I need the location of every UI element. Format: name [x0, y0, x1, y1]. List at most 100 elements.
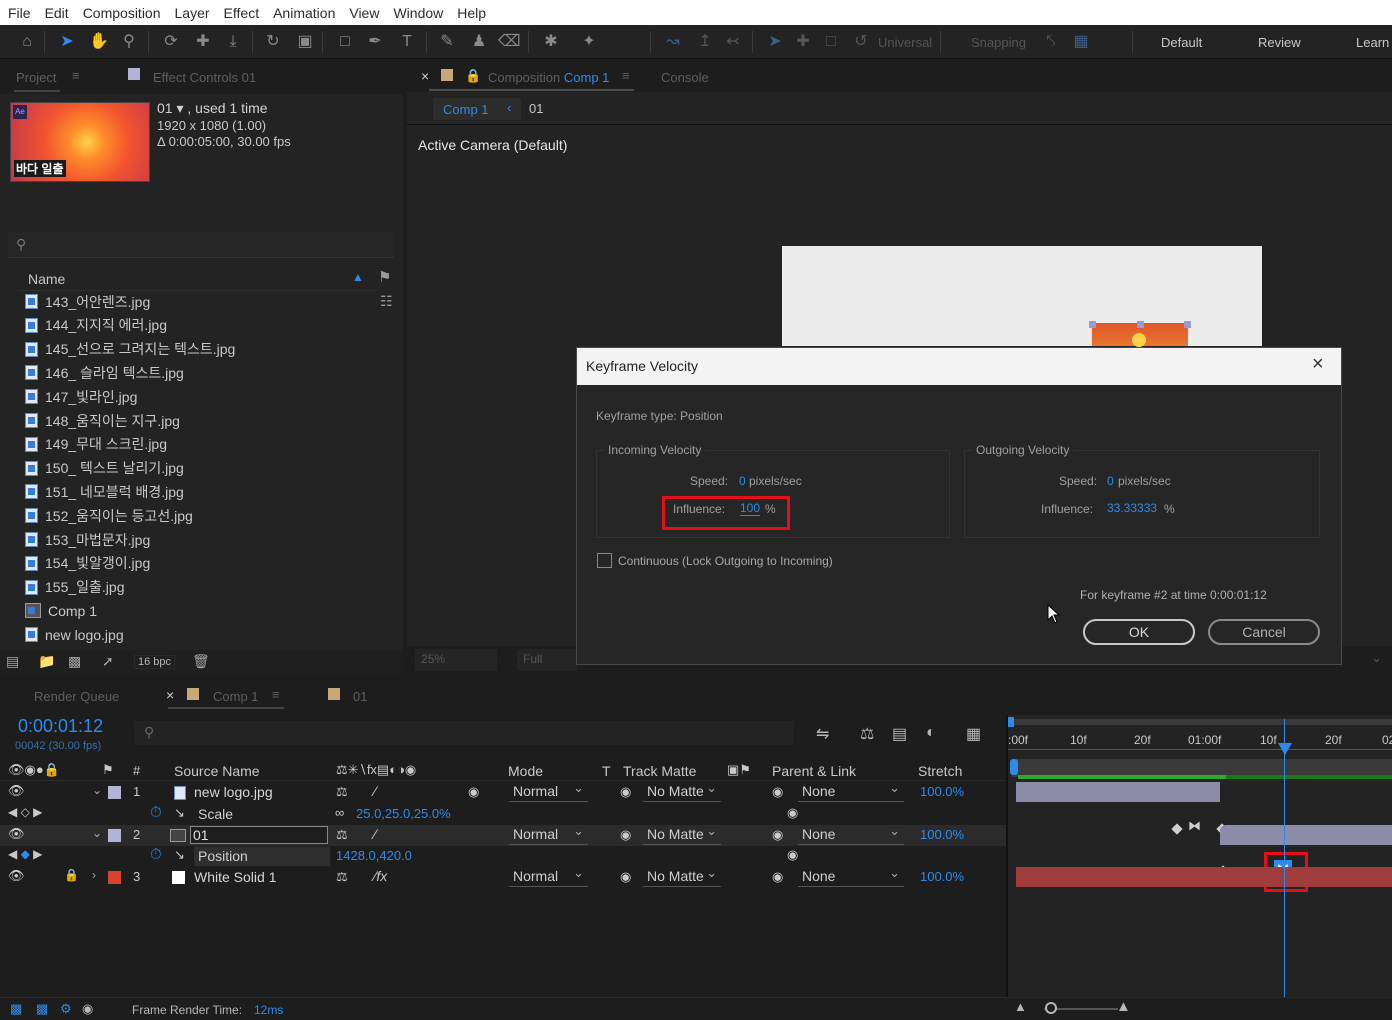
timeline-search-input[interactable]: ⚲ [134, 721, 794, 745]
timeline-track-area[interactable]: :00f 10f 20f 01:00f 10f 20f 02 ⧓ ⧓ [1008, 715, 1392, 997]
constrain-proportions-icon[interactable]: ∞ [335, 805, 344, 820]
list-item[interactable]: 143_어안렌즈.jpg [20, 290, 380, 313]
adjust-project-settings-icon[interactable]: ➚ [102, 653, 114, 670]
fx-switch-icon[interactable]: ∕fx [374, 868, 387, 884]
label-tag-icon[interactable]: ⚑ [102, 762, 114, 778]
flowchart-icon[interactable]: ☷ [380, 293, 393, 310]
zoom-slider-thumb[interactable] [1045, 1002, 1057, 1014]
rotate-tool-icon[interactable]: ↻ [262, 31, 284, 53]
parent-dropdown[interactable]: None [798, 863, 904, 887]
list-item[interactable]: 147_빛라인.jpg [20, 385, 380, 408]
parent-dropdown[interactable]: None [798, 821, 904, 845]
breadcrumb-layer[interactable]: 01 [529, 101, 543, 116]
playhead-handle[interactable] [1278, 743, 1292, 755]
keyframe-navigator-icon[interactable]: ◀ ◇ ▶ [8, 805, 42, 819]
parent-pickwhip-icon[interactable]: ◉ [772, 869, 783, 885]
type-tool-icon[interactable]: T [396, 31, 418, 53]
column-num[interactable]: # [133, 763, 140, 778]
motion-blur-icon[interactable]: ◐ [926, 724, 936, 742]
home-icon[interactable]: ⌂ [16, 31, 38, 53]
new-composition-icon[interactable]: ▩ [68, 653, 81, 670]
item-name[interactable]: 01 ▾ , used 1 time [157, 100, 268, 117]
name-column-header[interactable]: Name ▲ [18, 267, 378, 291]
close-tab-icon[interactable]: × [421, 68, 429, 84]
cancel-button[interactable]: Cancel [1208, 619, 1320, 645]
quality-switch-icon[interactable]: ∕ [374, 826, 376, 842]
interpret-footage-icon[interactable]: ▤ [6, 653, 19, 670]
track-matte-dropdown[interactable]: No Matte [643, 863, 721, 887]
render-time-toggle-icon[interactable]: ◉ [82, 1001, 93, 1017]
list-item[interactable]: 155_일출.jpg [20, 576, 380, 599]
current-timecode[interactable]: 0:00:01:12 [18, 716, 103, 737]
column-track-matte[interactable]: Track Matte [623, 763, 696, 779]
layer-lock-icon[interactable]: 🔒 [64, 868, 79, 882]
matte-pickwhip-icon[interactable]: ◉ [620, 827, 631, 843]
stopwatch-icon[interactable]: ⏱ [150, 804, 162, 821]
layer-name[interactable]: White Solid 1 [194, 869, 276, 885]
list-item[interactable]: 145_선으로 그려지는 텍스트.jpg [20, 338, 380, 361]
orbit-camera-icon[interactable]: ⟳ [160, 31, 182, 53]
scale-property-row[interactable]: ◀ ◇ ▶ ⏱ ↘ Scale ∞ 25.0,25.0,25.0% ◉ [0, 804, 1008, 825]
menu-help[interactable]: Help [457, 5, 486, 21]
stopwatch-icon[interactable]: ⏱ [150, 846, 162, 863]
list-item[interactable]: new logo.jpg [20, 623, 380, 646]
layer-bar-1[interactable] [1016, 782, 1220, 802]
matte-pickwhip-icon[interactable]: ◉ [620, 784, 631, 800]
visibility-eye-icon[interactable]: 👁 [8, 868, 25, 884]
zoom-tool-icon[interactable]: ⚲ [118, 31, 140, 53]
switches-icons[interactable]: ⚖✳∖fx▤◐◑◉ [336, 762, 416, 778]
puppet-pin-icon[interactable]: ✦ [578, 31, 600, 53]
pan-behind-tool-icon[interactable]: ▣ [294, 31, 316, 53]
close-icon[interactable]: × [1312, 353, 1324, 376]
time-ruler[interactable]: :00f 10f 20f 01:00f 10f 20f 02 [1008, 727, 1392, 757]
position-value[interactable]: 1428.0,420.0 [336, 848, 412, 863]
universal-select-icon[interactable]: ➤ [764, 31, 786, 53]
mode-dropdown[interactable]: Normal [509, 863, 588, 887]
zoom-in-icon[interactable]: ▲ [1116, 998, 1131, 1015]
zoom-out-icon[interactable]: ▲ [1014, 999, 1027, 1014]
expand-arrow-icon[interactable]: ⌄ [92, 783, 102, 797]
universal-scale-icon[interactable]: □ [820, 31, 842, 53]
dolly-camera-icon[interactable]: ⤓ [222, 31, 244, 53]
incoming-speed-value[interactable]: 0 [739, 474, 746, 488]
av-features-icon[interactable]: 👁◉●🔒 [8, 762, 60, 778]
mode-dropdown[interactable]: Normal [509, 778, 588, 802]
transform-handle[interactable] [1137, 321, 1144, 328]
breadcrumb-comp[interactable]: Comp 1 ‹ [433, 98, 521, 120]
menu-file[interactable]: File [8, 5, 31, 21]
chevron-down-icon[interactable]: ⌄ [1371, 650, 1382, 666]
ok-button[interactable]: OK [1083, 619, 1195, 645]
outgoing-speed-value[interactable]: 0 [1107, 474, 1114, 488]
project-search-input[interactable]: ⚲ [8, 232, 394, 258]
graph-editor-icon[interactable]: ▦ [966, 724, 981, 744]
snap-options-icon[interactable]: ⤣ [1040, 31, 1062, 53]
playhead-line[interactable] [1284, 719, 1285, 997]
trash-icon[interactable]: 🗑 [192, 653, 210, 670]
menu-window[interactable]: Window [393, 5, 443, 21]
view-axis-icon[interactable]: ↢ [722, 31, 744, 53]
pen-tool-icon[interactable]: ✒ [364, 31, 386, 53]
list-item[interactable]: 152_움직이는 등고선.jpg [20, 504, 380, 527]
hand-tool-icon[interactable]: ✋ [88, 31, 110, 53]
quality-switch-icon[interactable]: ∕ [374, 783, 376, 799]
parent-pickwhip-icon[interactable]: ◉ [772, 827, 783, 843]
project-menu-icon[interactable]: ≡ [72, 68, 80, 83]
track-matte-dropdown[interactable]: No Matte [643, 778, 721, 802]
work-area-start-handle[interactable] [1008, 717, 1014, 727]
brush-tool-icon[interactable]: ✎ [436, 31, 458, 53]
comp-menu-icon[interactable]: ≡ [622, 68, 630, 83]
list-item[interactable]: 154_빛알갱이.jpg [20, 552, 380, 575]
timeline-navigator-handle[interactable] [1010, 759, 1018, 775]
universal-move-icon[interactable]: ✚ [792, 31, 814, 53]
layer-name[interactable]: new logo.jpg [194, 784, 273, 800]
universal-rotate-icon[interactable]: ↺ [850, 31, 872, 53]
layer-row-1[interactable]: 👁 ⌄ 1 new logo.jpg ⚖ ∕ ◉ Normal ◉ No Mat… [0, 778, 1008, 803]
layer-label-color[interactable] [108, 871, 121, 884]
menu-edit[interactable]: Edit [45, 5, 69, 21]
stretch-value[interactable]: 100.0% [920, 869, 964, 884]
graph-icon[interactable]: ↘ [174, 847, 185, 863]
layer-name-field[interactable]: 01 [190, 826, 328, 844]
workspace-default[interactable]: Default [1161, 35, 1202, 50]
matte-pickwhip-icon[interactable]: ◉ [620, 869, 631, 885]
resolution-dropdown[interactable]: Full [517, 649, 577, 671]
